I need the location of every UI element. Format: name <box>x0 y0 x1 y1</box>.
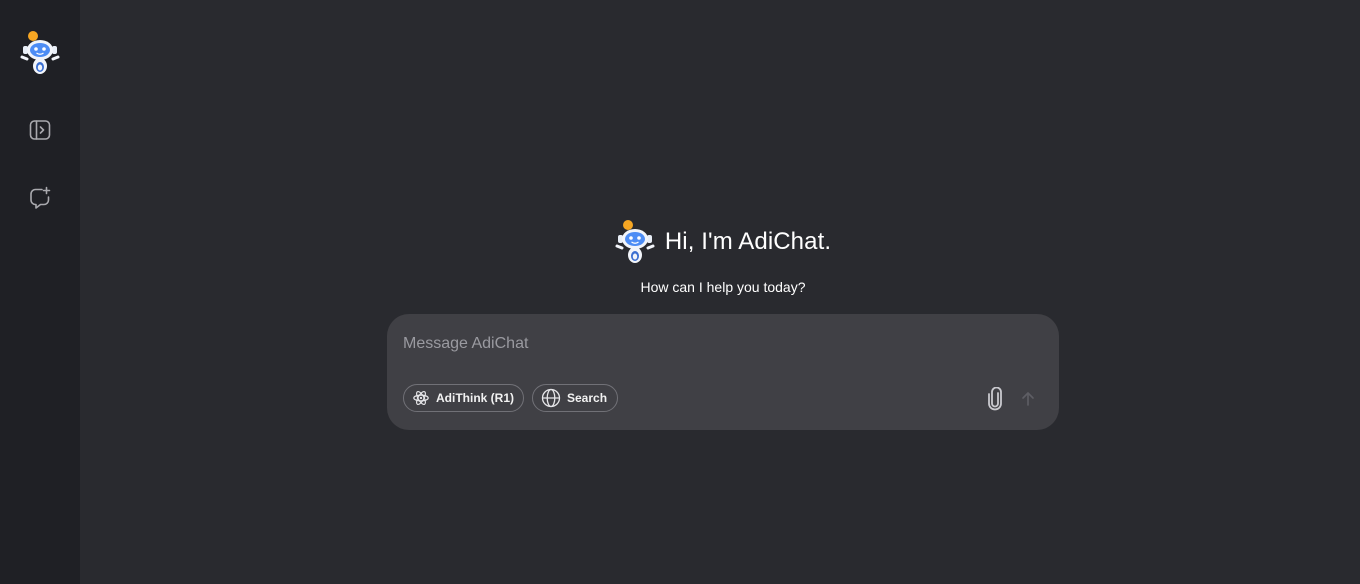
search-label: Search <box>567 391 608 405</box>
search-toggle-button[interactable]: Search <box>532 384 618 412</box>
send-button[interactable] <box>1017 388 1039 410</box>
message-composer: AdiThink (R1) Search <box>387 314 1059 430</box>
greeting-header: Hi, I'm AdiChat. <box>80 218 1360 266</box>
new-chat-icon <box>30 186 51 209</box>
new-chat-button[interactable] <box>20 178 60 218</box>
sidebar-toggle-icon <box>29 120 51 140</box>
app-window: Hi, I'm AdiChat. How can I help you toda… <box>0 0 1360 584</box>
paperclip-icon <box>988 387 1002 411</box>
sidebar <box>0 0 80 584</box>
message-input[interactable] <box>403 332 1023 356</box>
arrow-up-icon <box>1022 392 1034 406</box>
globe-icon <box>541 388 561 408</box>
attach-file-button[interactable] <box>983 386 1007 412</box>
main-content: Hi, I'm AdiChat. How can I help you toda… <box>80 0 1360 584</box>
logo-button[interactable] <box>19 28 61 78</box>
greeting-title: Hi, I'm AdiChat. <box>664 228 832 255</box>
adithink-label: AdiThink (R1) <box>436 391 514 405</box>
greeting-subtitle: How can I help you today? <box>640 279 806 295</box>
sidebar-toggle-button[interactable] <box>20 110 60 150</box>
adithink-toggle-button[interactable]: AdiThink (R1) <box>403 384 524 412</box>
atom-icon <box>413 391 429 405</box>
robot-mascot-icon <box>20 31 60 74</box>
robot-mascot-icon <box>615 220 655 263</box>
